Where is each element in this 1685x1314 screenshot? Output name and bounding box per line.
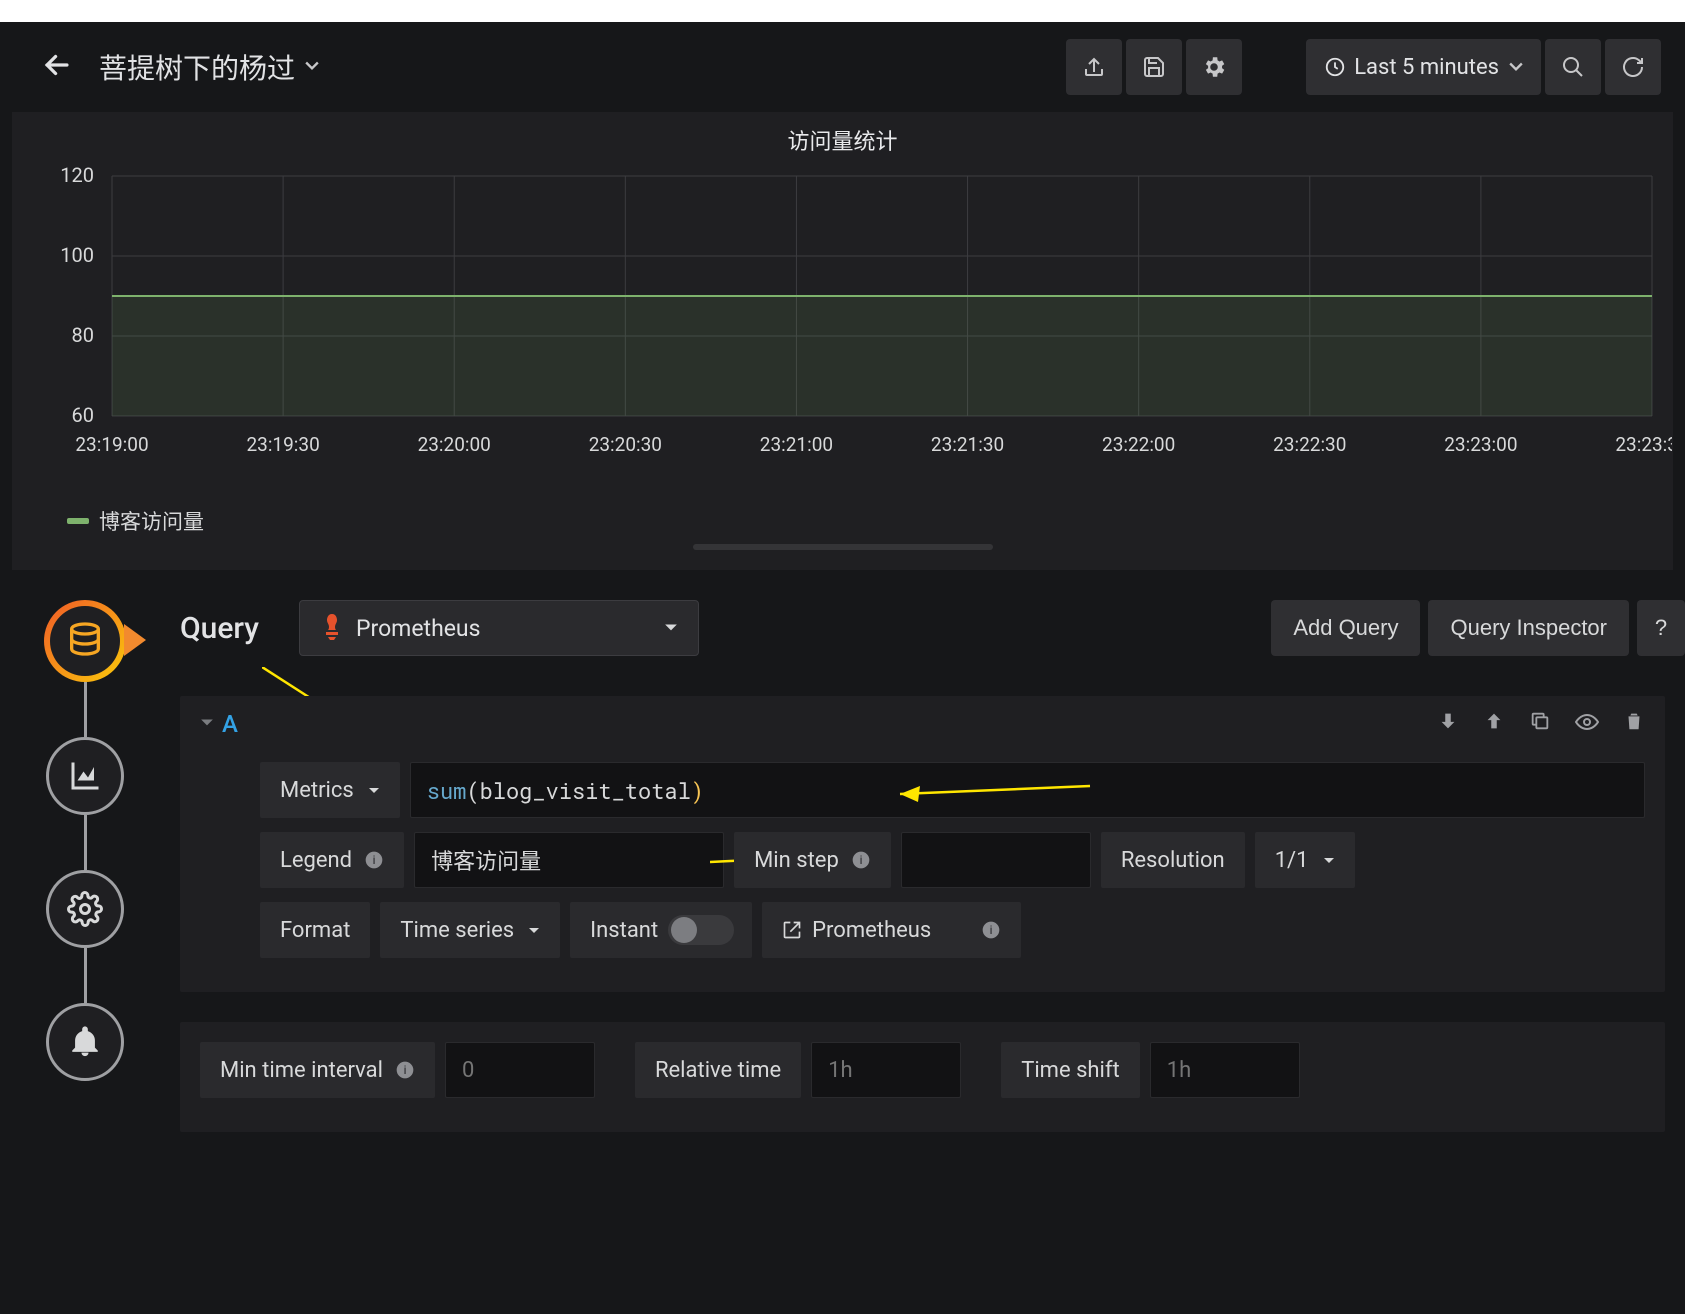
info-icon[interactable]: i	[851, 850, 871, 870]
legend-label: Legend i	[260, 832, 404, 888]
nav-visualization-tab[interactable]	[46, 737, 124, 815]
query-section: Query Prometheus Add Query Query Inspect…	[0, 570, 1685, 1132]
svg-text:120: 120	[60, 166, 94, 187]
resolution-label: Resolution	[1101, 832, 1245, 888]
duplicate-icon[interactable]	[1529, 710, 1551, 738]
chevron-down-icon	[305, 58, 319, 77]
dashboard-title-text: 菩提树下的杨过	[99, 47, 295, 87]
resolution-select[interactable]: 1/1	[1255, 832, 1355, 888]
collapse-toggle-icon[interactable]	[200, 715, 214, 734]
query-letter: A	[222, 710, 238, 738]
time-range-text: Last 5 minutes	[1354, 55, 1499, 80]
delete-icon[interactable]	[1623, 710, 1645, 738]
min-step-label: Min step i	[734, 832, 891, 888]
time-shift-input[interactable]	[1150, 1042, 1300, 1098]
query-row: A Metrics sum(blog_visit_	[180, 696, 1665, 992]
prometheus-icon	[320, 614, 344, 642]
min-time-interval-input[interactable]	[445, 1042, 595, 1098]
time-range-picker[interactable]: Last 5 minutes	[1306, 39, 1541, 95]
move-down-icon[interactable]	[1437, 710, 1459, 738]
caret-down-icon	[528, 918, 540, 943]
format-select[interactable]: Time series	[380, 902, 560, 958]
info-icon[interactable]: i	[981, 920, 1001, 940]
info-icon[interactable]: i	[364, 850, 384, 870]
query-options-block: Min time interval i Relative time Time s…	[180, 1022, 1665, 1132]
share-button[interactable]	[1066, 39, 1122, 95]
nav-active-pointer	[124, 624, 146, 656]
prometheus-link[interactable]: Prometheus i	[762, 902, 1021, 958]
datasource-picker[interactable]: Prometheus	[299, 600, 699, 656]
svg-text:i: i	[404, 1064, 407, 1077]
query-section-title: Query	[180, 611, 259, 646]
chevron-down-icon	[1509, 60, 1523, 74]
svg-text:80: 80	[72, 323, 94, 347]
svg-text:23:21:00: 23:21:00	[760, 433, 833, 456]
svg-text:60: 60	[72, 403, 94, 427]
format-label: Format	[260, 902, 370, 958]
svg-text:23:23:00: 23:23:00	[1444, 433, 1517, 456]
svg-text:100: 100	[60, 243, 94, 267]
svg-text:23:19:00: 23:19:00	[75, 433, 148, 456]
panel-title: 访问量统计	[12, 124, 1673, 156]
instant-toggle[interactable]	[668, 915, 734, 945]
metrics-dropdown[interactable]: Metrics	[260, 762, 400, 818]
legend-input[interactable]	[414, 832, 724, 888]
instant-toggle-wrap: Instant	[570, 902, 752, 958]
caret-down-icon	[368, 778, 380, 803]
toggle-visibility-icon[interactable]	[1575, 710, 1599, 738]
svg-text:23:20:30: 23:20:30	[589, 433, 662, 456]
min-time-interval-label: Min time interval i	[200, 1042, 435, 1098]
svg-text:23:20:00: 23:20:00	[418, 433, 491, 456]
caret-down-icon	[1323, 848, 1335, 873]
settings-button[interactable]	[1186, 39, 1242, 95]
back-arrow-icon[interactable]	[40, 48, 74, 86]
editor-header: 菩提树下的杨过 Last 5 minutes	[0, 22, 1685, 112]
external-link-icon	[782, 920, 802, 940]
svg-text:i: i	[373, 854, 376, 867]
query-expression-input[interactable]: sum(blog_visit_total)	[410, 762, 1645, 818]
time-shift-label: Time shift	[1001, 1042, 1140, 1098]
move-up-icon[interactable]	[1483, 710, 1505, 738]
relative-time-label: Relative time	[635, 1042, 801, 1098]
nav-queries-tab[interactable]	[44, 600, 126, 682]
legend-color-swatch	[67, 518, 89, 524]
query-row-header: A	[180, 696, 1665, 752]
svg-text:i: i	[990, 924, 993, 937]
graph-panel: 访问量统计 60 80 100 120 23:19:00 23:19:30 23:20:00…	[12, 112, 1673, 570]
legend[interactable]: 博客访问量	[12, 506, 1673, 536]
info-icon[interactable]: i	[395, 1060, 415, 1080]
zoom-out-button[interactable]	[1545, 39, 1601, 95]
svg-text:23:23:30: 23:23:30	[1615, 433, 1672, 456]
panel-resize-handle[interactable]	[693, 544, 993, 550]
help-button[interactable]: ?	[1637, 600, 1685, 656]
nav-general-tab[interactable]	[46, 870, 124, 948]
svg-text:i: i	[860, 854, 863, 867]
svg-text:23:22:00: 23:22:00	[1102, 433, 1175, 456]
legend-label: 博客访问量	[99, 506, 204, 536]
metrics-label: Metrics	[280, 778, 354, 803]
relative-time-input[interactable]	[811, 1042, 961, 1098]
panel-edit-side-nav	[30, 600, 140, 1081]
svg-text:23:19:30: 23:19:30	[246, 433, 319, 456]
add-query-button[interactable]: Add Query	[1271, 600, 1420, 656]
dashboard-title[interactable]: 菩提树下的杨过	[99, 47, 319, 87]
query-inspector-button[interactable]: Query Inspector	[1428, 600, 1629, 656]
expr-keyword: sum	[427, 776, 467, 805]
caret-down-icon	[664, 621, 678, 635]
query-header: Query Prometheus Add Query Query Inspect…	[180, 600, 1685, 656]
datasource-name: Prometheus	[356, 615, 664, 642]
nav-alert-tab[interactable]	[46, 1003, 124, 1081]
svg-text:23:22:30: 23:22:30	[1273, 433, 1346, 456]
min-step-input[interactable]	[901, 832, 1091, 888]
save-button[interactable]	[1126, 39, 1182, 95]
expr-ident: blog_visit_total	[480, 776, 691, 805]
chart-area[interactable]: 60 80 100 120 23:19:00 23:19:30 23:20:00 23:20:…	[12, 166, 1673, 496]
svg-text:23:21:30: 23:21:30	[931, 433, 1004, 456]
instant-label: Instant	[590, 918, 658, 943]
refresh-button[interactable]	[1605, 39, 1661, 95]
